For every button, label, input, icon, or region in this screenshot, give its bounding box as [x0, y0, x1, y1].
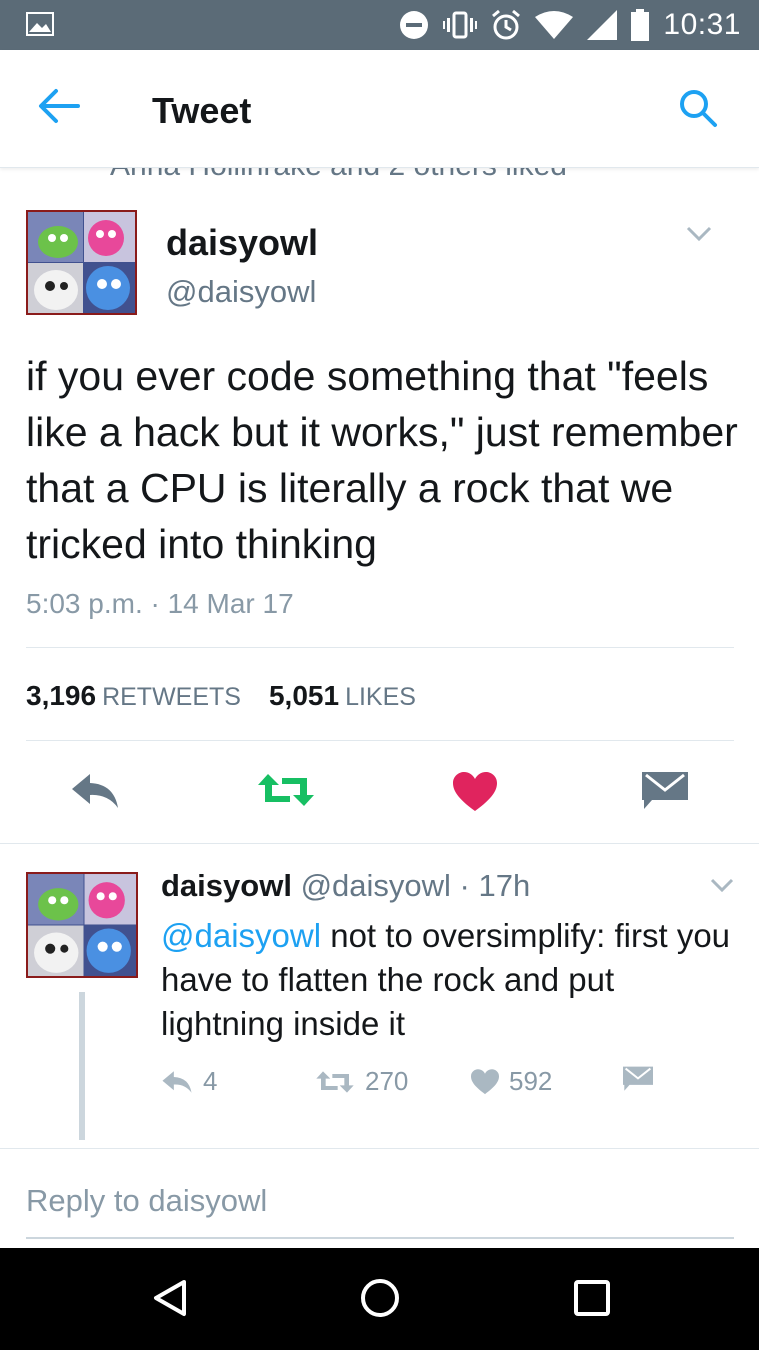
retweets-stat[interactable]: 3,196 RETWEETS: [26, 680, 241, 712]
reply-reply-button[interactable]: 4: [161, 1066, 217, 1097]
retweets-count: 3,196: [26, 680, 97, 711]
reply-icon: [162, 1070, 192, 1093]
page-title: Tweet: [152, 90, 252, 131]
heart-icon: [453, 772, 497, 811]
heart-icon: [471, 1068, 499, 1094]
input-underline: [26, 1237, 734, 1239]
clock: 10:31: [663, 8, 741, 41]
tweet-timestamp: 5:03 p.m. · 14 Mar 17: [26, 588, 294, 619]
reply-input-placeholder[interactable]: Reply to daisyowl: [26, 1183, 267, 1219]
avatar-illustration: [28, 212, 135, 313]
signal-icon: [587, 10, 618, 40]
vibrate-icon: [443, 11, 478, 39]
likes-count: 5,051: [268, 680, 340, 711]
retweet-icon: [316, 1070, 354, 1093]
direct-message-button[interactable]: [642, 772, 688, 815]
circle-home-icon: [361, 1279, 399, 1317]
status-bar: 10:31: [0, 0, 759, 50]
app-bar: Tweet: [0, 50, 759, 168]
thread-line: [79, 992, 85, 1140]
mention-link[interactable]: @daisyowl: [161, 917, 321, 954]
author-name[interactable]: daisyowl: [166, 222, 318, 264]
recents-nav-button[interactable]: [572, 1278, 612, 1323]
like-button[interactable]: [453, 772, 497, 817]
envelope-icon: [623, 1066, 653, 1091]
reply-text: @daisyowl not to oversimplify: first you…: [161, 914, 741, 1046]
android-nav-bar: [0, 1248, 759, 1350]
reply-like-count: 592: [509, 1066, 553, 1096]
reply-dm-button[interactable]: [623, 1066, 653, 1092]
tweet-actions: [0, 768, 759, 848]
image-icon: [26, 12, 54, 36]
wifi-icon: [535, 11, 574, 39]
reply-header: daisyowl @daisyowl · 17h: [161, 868, 530, 904]
reply-count: 4: [203, 1066, 218, 1096]
reply-actions: 4 270 592: [161, 1066, 681, 1102]
search-icon[interactable]: [678, 88, 718, 128]
retweets-label: RETWEETS: [102, 683, 241, 711]
tweet-text: if you ever code something that "feels l…: [26, 353, 738, 567]
divider: [26, 647, 734, 648]
reply-meta: @daisyowl · 17h: [300, 868, 531, 903]
retweet-icon: [258, 774, 314, 806]
dnd-icon: [400, 11, 429, 39]
likes-stat[interactable]: 5,051 LIKES: [269, 680, 416, 712]
battery-icon: [631, 9, 650, 41]
chevron-down-icon[interactable]: [710, 878, 734, 892]
back-nav-button[interactable]: [150, 1278, 190, 1323]
reply-tweet[interactable]: daisyowl @daisyowl · 17h @daisyowl not t…: [0, 843, 759, 1147]
envelope-icon: [642, 772, 688, 809]
reply-composer[interactable]: Reply to daisyowl: [0, 1148, 759, 1248]
tweet-stats: 3,196 RETWEETS 5,051 LIKES: [26, 680, 416, 712]
home-nav-button[interactable]: [360, 1278, 400, 1323]
retweet-button[interactable]: [256, 772, 316, 813]
avatar[interactable]: [26, 872, 138, 978]
chevron-down-icon[interactable]: [686, 226, 712, 242]
reply-button[interactable]: [70, 772, 120, 815]
alarm-icon: [492, 9, 521, 40]
reply-icon: [72, 774, 118, 808]
reply-retweet-button[interactable]: 270: [315, 1066, 408, 1097]
triangle-back-icon: [154, 1280, 186, 1316]
author-handle[interactable]: @daisyowl: [166, 274, 316, 310]
square-recents-icon: [574, 1280, 610, 1316]
reply-author-name[interactable]: daisyowl: [161, 868, 292, 903]
arrow-left-icon[interactable]: [38, 88, 80, 124]
avatar-illustration: [28, 874, 136, 976]
avatar[interactable]: [26, 210, 137, 315]
divider: [26, 740, 734, 741]
likes-label: LIKES: [345, 683, 416, 711]
reply-like-button[interactable]: 592: [471, 1066, 552, 1097]
reply-retweet-count: 270: [365, 1066, 409, 1096]
